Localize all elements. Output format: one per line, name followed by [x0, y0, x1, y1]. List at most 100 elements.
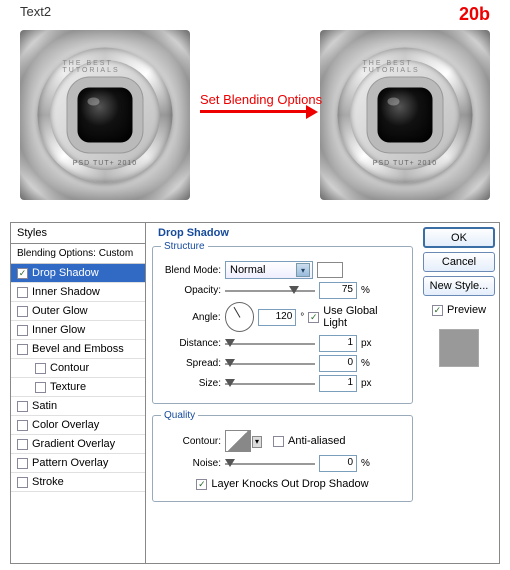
style-item-outer-glow[interactable]: Outer Glow	[11, 302, 145, 321]
style-item-pattern-overlay[interactable]: Pattern Overlay	[11, 454, 145, 473]
style-item-drop-shadow[interactable]: ✓ Drop Shadow	[11, 264, 145, 283]
text2-label: Text2	[20, 4, 51, 19]
size-unit: px	[361, 378, 372, 389]
size-slider[interactable]	[225, 377, 315, 391]
noise-input[interactable]: 0	[319, 455, 357, 472]
global-light-checkbox[interactable]: ✓	[308, 312, 319, 323]
distance-input[interactable]: 1	[319, 335, 357, 352]
quality-legend: Quality	[161, 410, 198, 421]
structure-group: Structure Blend Mode: Normal ▾ Opacity: …	[152, 241, 413, 404]
style-checkbox[interactable]	[35, 363, 46, 374]
style-label: Inner Shadow	[32, 286, 100, 298]
style-label: Bevel and Emboss	[32, 343, 124, 355]
opacity-label: Opacity:	[161, 285, 221, 296]
camera-after: THE BEST TUTORIALS PSD TUT+ 2010	[320, 30, 490, 200]
opacity-slider[interactable]	[225, 284, 315, 298]
style-checkbox[interactable]	[17, 401, 28, 412]
blending-options-line[interactable]: Blending Options: Custom	[11, 244, 145, 264]
style-item-stroke[interactable]: Stroke	[11, 473, 145, 492]
distance-slider[interactable]	[225, 337, 315, 351]
preview-checkbox[interactable]: ✓	[432, 305, 443, 316]
anti-aliased-label: Anti-aliased	[288, 435, 345, 447]
distance-unit: px	[361, 338, 372, 349]
styles-list: Styles Blending Options: Custom ✓ Drop Sh…	[11, 223, 146, 563]
chevron-down-icon: ▾	[252, 436, 262, 448]
spread-slider[interactable]	[225, 357, 315, 371]
style-item-color-overlay[interactable]: Color Overlay	[11, 416, 145, 435]
arrow-head-icon	[306, 105, 318, 119]
ok-button[interactable]: OK	[423, 227, 495, 248]
spread-label: Spread:	[161, 358, 221, 369]
button-column: OK Cancel New Style... ✓ Preview	[419, 223, 499, 563]
angle-label: Angle:	[161, 312, 221, 323]
style-item-texture[interactable]: Texture	[11, 378, 145, 397]
structure-legend: Structure	[161, 241, 208, 252]
preview-swatch	[439, 329, 479, 367]
section-title: Drop Shadow	[158, 227, 413, 239]
style-label: Gradient Overlay	[32, 438, 115, 450]
style-label: Contour	[50, 362, 89, 374]
opacity-unit: %	[361, 285, 370, 296]
style-checkbox[interactable]	[17, 344, 28, 355]
spread-unit: %	[361, 358, 370, 369]
ring-text-bottom: PSD TUT+ 2010	[73, 160, 137, 167]
shadow-color-swatch[interactable]	[317, 262, 343, 278]
style-label: Inner Glow	[32, 324, 85, 336]
layer-style-dialog: Styles Blending Options: Custom ✓Drop Sh…	[10, 222, 500, 564]
style-checkbox[interactable]	[17, 420, 28, 431]
contour-picker[interactable]: ▾	[225, 430, 251, 452]
knockout-checkbox[interactable]: ✓	[196, 479, 207, 490]
style-checkbox[interactable]: ✓	[17, 268, 28, 279]
cancel-button[interactable]: Cancel	[423, 252, 495, 272]
preview-label: Preview	[447, 304, 486, 316]
knockout-label: Layer Knocks Out Drop Shadow	[211, 478, 368, 490]
style-item-contour[interactable]: Contour	[11, 359, 145, 378]
ring-text-top: THE BEST TUTORIALS	[363, 60, 448, 74]
noise-slider[interactable]	[225, 457, 315, 471]
style-label: Stroke	[32, 476, 64, 488]
style-checkbox[interactable]	[17, 439, 28, 450]
arrow-label: Set Blending Options	[200, 92, 322, 107]
blend-mode-label: Blend Mode:	[161, 265, 221, 276]
angle-unit: °	[300, 312, 304, 323]
opacity-input[interactable]: 75	[319, 282, 357, 299]
noise-unit: %	[361, 458, 370, 469]
angle-dial[interactable]	[225, 302, 255, 332]
style-label: Satin	[32, 400, 57, 412]
spread-input[interactable]: 0	[319, 355, 357, 372]
angle-input[interactable]: 120	[258, 309, 296, 326]
style-item-inner-glow[interactable]: Inner Glow	[11, 321, 145, 340]
size-input[interactable]: 1	[319, 375, 357, 392]
size-label: Size:	[161, 378, 221, 389]
style-item-satin[interactable]: Satin	[11, 397, 145, 416]
step-label: 20b	[459, 4, 490, 25]
style-checkbox[interactable]	[17, 325, 28, 336]
style-checkbox[interactable]	[17, 306, 28, 317]
blend-mode-select[interactable]: Normal ▾	[225, 261, 313, 279]
contour-label: Contour:	[161, 436, 221, 447]
style-checkbox[interactable]	[35, 382, 46, 393]
style-label: Pattern Overlay	[32, 457, 108, 469]
arrow-icon	[200, 110, 310, 113]
anti-aliased-checkbox[interactable]	[273, 436, 284, 447]
style-item-bevel-and-emboss[interactable]: Bevel and Emboss	[11, 340, 145, 359]
chevron-down-icon: ▾	[296, 263, 310, 277]
effect-settings: Drop Shadow Structure Blend Mode: Normal…	[146, 223, 419, 563]
global-light-label: Use Global Light	[323, 305, 404, 329]
style-item-inner-shadow[interactable]: Inner Shadow	[11, 283, 145, 302]
style-label: Outer Glow	[32, 305, 88, 317]
style-checkbox[interactable]	[17, 458, 28, 469]
style-item-gradient-overlay[interactable]: Gradient Overlay	[11, 435, 145, 454]
styles-header[interactable]: Styles	[11, 223, 145, 244]
distance-label: Distance:	[161, 338, 221, 349]
noise-label: Noise:	[161, 458, 221, 469]
style-checkbox[interactable]	[17, 477, 28, 488]
new-style-button[interactable]: New Style...	[423, 276, 495, 296]
ring-text-bottom: PSD TUT+ 2010	[373, 160, 437, 167]
style-checkbox[interactable]	[17, 287, 28, 298]
quality-group: Quality Contour: ▾ Anti-aliased Noise: 0…	[152, 410, 413, 502]
style-label: Texture	[50, 381, 86, 393]
style-label: Color Overlay	[32, 419, 99, 431]
style-label: Drop Shadow	[32, 267, 99, 279]
camera-before: THE BEST TUTORIALS PSD TUT+ 2010	[20, 30, 190, 200]
